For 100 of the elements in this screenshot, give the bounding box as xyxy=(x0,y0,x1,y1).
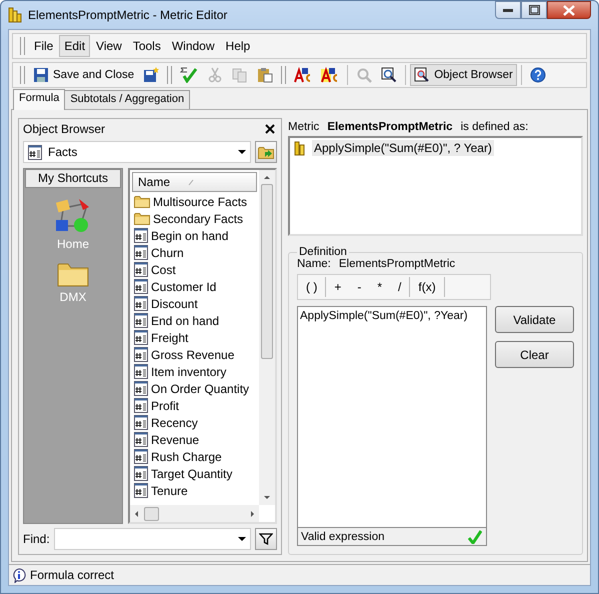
spell-check-icon xyxy=(294,67,312,83)
maximize-icon xyxy=(528,5,540,15)
folder-shortcut-icon[interactable] xyxy=(57,261,89,287)
metric-icon xyxy=(134,313,148,328)
action-button[interactable]: Validate xyxy=(495,306,574,333)
list-item[interactable]: Rush Charge xyxy=(130,448,259,465)
help-icon xyxy=(530,67,546,83)
metric-icon xyxy=(28,144,42,160)
tree-item[interactable]: ApplySimple("Sum(#E0)", ? Year) xyxy=(312,140,494,156)
metric-icon xyxy=(134,364,148,379)
list-item[interactable]: Discount xyxy=(130,295,259,312)
operator-button[interactable]: - xyxy=(349,277,370,297)
find-label: Find: xyxy=(23,532,50,546)
metric-icon xyxy=(134,245,148,260)
list-item[interactable]: Churn xyxy=(130,244,259,261)
operator-button[interactable]: / xyxy=(390,277,410,297)
list-item[interactable]: Cost xyxy=(130,261,259,278)
minimize-button[interactable] xyxy=(495,1,521,19)
list-item[interactable]: Freight xyxy=(130,329,259,346)
metric-icon xyxy=(134,381,148,396)
metric-icon xyxy=(134,432,148,447)
copy-icon xyxy=(232,67,248,83)
folder-dropdown[interactable]: Facts xyxy=(23,141,251,163)
close-icon[interactable] xyxy=(263,122,277,136)
list-item[interactable]: Tenure xyxy=(130,482,259,499)
group-title: Definition xyxy=(298,246,348,258)
list-item[interactable]: Customer Id xyxy=(130,278,259,295)
operator-button[interactable]: * xyxy=(369,277,390,297)
list-item[interactable]: Target Quantity xyxy=(130,465,259,482)
info-icon xyxy=(12,568,26,582)
operator-button[interactable]: f(x) xyxy=(410,277,444,297)
menu-item[interactable]: Edit xyxy=(59,35,90,57)
save-icon xyxy=(33,67,49,83)
expression-text: ApplySimple("Sum(#E0)", ?Year) xyxy=(299,309,469,324)
metric-icon xyxy=(134,347,148,362)
find-field[interactable] xyxy=(54,528,251,550)
maximize-button[interactable] xyxy=(521,1,547,19)
minimize-icon xyxy=(503,8,513,12)
metric-icon xyxy=(134,262,148,277)
app-icon xyxy=(8,7,22,23)
list-item[interactable]: Multisource Facts xyxy=(130,193,259,210)
tab[interactable]: Formula xyxy=(13,89,66,110)
list-item[interactable]: Gross Revenue xyxy=(130,346,259,363)
tab[interactable]: Subtotals / Aggregation xyxy=(64,90,190,109)
name-label: Name: xyxy=(297,258,331,270)
list-item[interactable]: Revenue xyxy=(130,431,259,448)
sum-check-icon xyxy=(180,67,198,83)
expression-editor[interactable]: ApplySimple("Sum(#E0)", ?Year) Valid expression xyxy=(297,306,487,546)
panel-title: Object Browser xyxy=(23,122,106,136)
list-item[interactable]: On Order Quantity xyxy=(130,380,259,397)
object-browser-icon xyxy=(414,67,430,83)
close-icon xyxy=(563,4,575,16)
magnifier-icon xyxy=(356,67,372,83)
paste-icon xyxy=(257,67,274,83)
action-button[interactable]: Clear xyxy=(495,341,574,368)
menu-item[interactable]: Tools xyxy=(128,35,166,57)
metric-name: ElementsPromptMetric xyxy=(327,121,453,133)
list-item[interactable]: End on hand xyxy=(130,312,259,329)
validation-message: Valid expression xyxy=(301,530,385,542)
menu-item[interactable]: Window xyxy=(166,35,220,57)
list-item[interactable]: Begin on hand xyxy=(130,227,259,244)
folder-icon xyxy=(134,212,150,225)
filter-button[interactable] xyxy=(255,528,277,550)
menu-item[interactable]: View xyxy=(91,35,127,57)
save-new-icon xyxy=(143,67,160,83)
status-text: Formula correct xyxy=(30,568,114,582)
toolbar-button[interactable]: Save and Close xyxy=(29,64,138,86)
operator-button[interactable]: + xyxy=(326,277,350,297)
sort-icon xyxy=(188,178,196,186)
metric-icon xyxy=(134,330,148,345)
folder-up-icon xyxy=(258,145,274,159)
window-title: ElementsPromptMetric - Metric Editor xyxy=(28,8,228,22)
name-value: ElementsPromptMetric xyxy=(338,258,456,270)
metric-icon xyxy=(134,415,148,430)
spell-check-icon xyxy=(321,67,340,83)
metric-icon xyxy=(134,279,148,294)
list-item[interactable]: Profit xyxy=(130,397,259,414)
metric-label: Metric xyxy=(288,121,320,133)
toolbar-button[interactable]: Object Browser xyxy=(410,64,517,86)
menu-item[interactable]: File xyxy=(29,35,58,57)
list-item[interactable]: Secondary Facts xyxy=(130,210,259,227)
horizontal-scrollbar[interactable] xyxy=(130,505,259,522)
scroll-thumb[interactable] xyxy=(144,506,159,520)
vertical-scrollbar[interactable] xyxy=(259,170,275,505)
metric-icon xyxy=(134,466,148,481)
menu-item[interactable]: Help xyxy=(220,35,256,57)
list-item[interactable]: Item inventory xyxy=(130,363,259,380)
parent-folder-button[interactable] xyxy=(255,141,277,163)
dropdown-arrow-icon xyxy=(238,537,246,541)
scroll-thumb[interactable] xyxy=(261,184,273,359)
close-button[interactable] xyxy=(547,1,591,19)
column-header[interactable]: Name xyxy=(132,172,257,192)
metric-icon xyxy=(134,228,148,243)
folder-icon xyxy=(134,195,150,208)
filter-icon xyxy=(259,532,273,546)
operator-button[interactable]: ( ) xyxy=(298,277,326,297)
zoom-frame-icon xyxy=(381,67,398,83)
dropdown-arrow-icon xyxy=(238,150,246,154)
list-item[interactable]: Recency xyxy=(130,414,259,431)
shortcuts-header: My Shortcuts xyxy=(25,169,121,188)
